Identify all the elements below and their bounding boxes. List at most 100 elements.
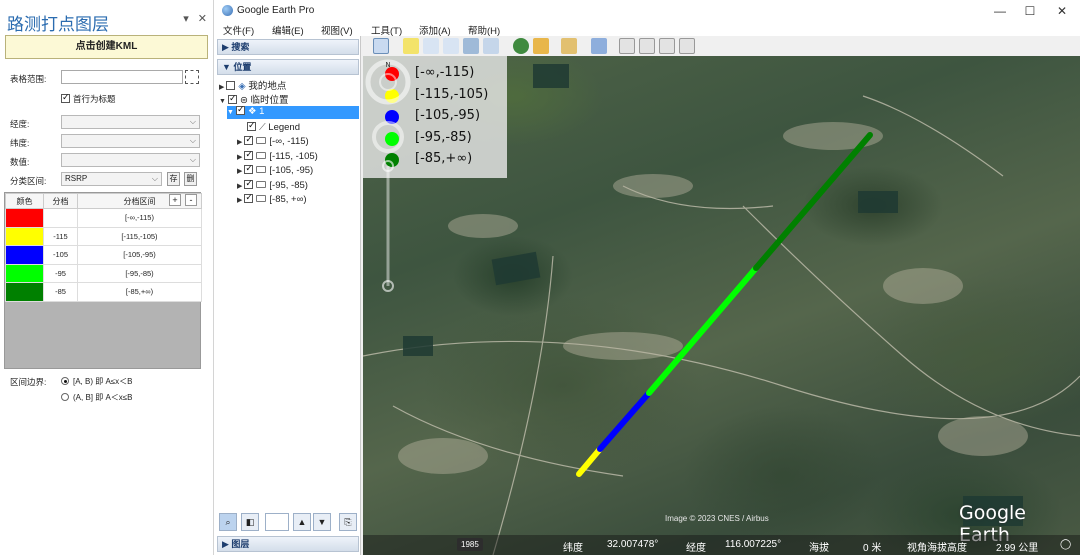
places-panel-header[interactable]: ▼ 位置: [217, 59, 359, 75]
table-row[interactable]: -95 [-95,-85): [5, 263, 202, 283]
lon-label: 经度: [686, 543, 706, 554]
minimize-button[interactable]: —: [985, 2, 1015, 20]
header-row-checkbox[interactable]: 首行为标题: [61, 92, 116, 105]
tree-legend[interactable]: ⟋ Legend: [247, 120, 300, 133]
save-image-icon[interactable]: [659, 38, 675, 54]
class-combo[interactable]: RSRP ⌵: [61, 172, 162, 186]
maximize-button[interactable]: ☐: [1015, 2, 1045, 20]
collapse-icon[interactable]: ▼: [227, 109, 234, 116]
boundary-option-right-closed[interactable]: (A, B] 即 A＜x≤B: [61, 392, 133, 403]
expand-icon[interactable]: ▶: [237, 197, 242, 204]
range-select-icon[interactable]: [185, 70, 199, 84]
color-swatch[interactable]: [5, 245, 44, 265]
save-class-button[interactable]: 存: [167, 172, 180, 186]
pane-close-icon[interactable]: ✕: [198, 13, 207, 25]
pane-pin-icon[interactable]: ▾: [183, 13, 189, 25]
color-swatch[interactable]: [5, 226, 44, 246]
tree-folder[interactable]: ▶ [-85, +∞): [237, 192, 307, 205]
placemark-icon[interactable]: [403, 38, 419, 54]
checkbox-icon[interactable]: [244, 163, 254, 174]
overlay-icon[interactable]: [463, 38, 479, 54]
ruler-icon[interactable]: [591, 38, 607, 54]
checkbox-icon[interactable]: [247, 120, 256, 131]
collapse-icon[interactable]: ▼: [219, 98, 226, 105]
expand-icon[interactable]: ▶: [237, 168, 242, 175]
radio-selected-icon[interactable]: [61, 377, 69, 385]
bin-cell[interactable]: [43, 208, 78, 228]
sun-icon[interactable]: [533, 38, 549, 54]
checkbox-icon[interactable]: [244, 178, 254, 189]
checkbox-icon[interactable]: [227, 93, 237, 104]
menu-add[interactable]: 添加(A): [419, 23, 451, 37]
move-joystick[interactable]: [372, 121, 404, 153]
menu-file[interactable]: 文件(F): [223, 23, 254, 37]
layers-panel-header[interactable]: ▶ 图层: [217, 536, 359, 552]
checkbox-icon[interactable]: [244, 134, 254, 145]
tree-folder[interactable]: ▶ [-∞, -115): [237, 134, 309, 147]
path-icon[interactable]: [443, 38, 459, 54]
checkbox-icon[interactable]: [244, 149, 254, 160]
compass-status-icon[interactable]: ◯: [1060, 539, 1071, 550]
tree-temp-places[interactable]: ▼⊜ 临时位置: [219, 92, 289, 106]
navigation-controls[interactable]: N: [363, 56, 413, 316]
planets-icon[interactable]: [561, 38, 577, 54]
table-row[interactable]: -105 [-105,-95): [5, 245, 202, 265]
tree-my-places[interactable]: ▶ ◈ 我的地点: [219, 78, 286, 92]
remove-row-button[interactable]: -: [185, 194, 197, 206]
expand-icon[interactable]: ▶: [237, 139, 242, 146]
split-view-icon[interactable]: ◧: [241, 513, 259, 531]
bin-cell[interactable]: -95: [43, 263, 78, 283]
expand-icon[interactable]: ▶: [237, 154, 242, 161]
checkbox-icon[interactable]: [226, 81, 236, 90]
expand-icon[interactable]: ▶: [219, 84, 224, 91]
google-maps-icon[interactable]: [679, 38, 695, 54]
tree-folder[interactable]: ▶ [-95, -85): [237, 178, 308, 191]
delete-class-button[interactable]: 删: [184, 172, 197, 186]
folder-add-icon[interactable]: ⎘: [339, 513, 357, 531]
move-up-icon[interactable]: ▲: [293, 513, 311, 531]
historical-imagery-icon[interactable]: [513, 38, 529, 54]
menu-tools[interactable]: 工具(T): [371, 23, 402, 37]
bin-cell[interactable]: -115: [43, 226, 78, 246]
look-joystick[interactable]: [379, 73, 397, 91]
expand-icon[interactable]: ▶: [237, 183, 242, 190]
tree-folder[interactable]: ▶ [-115, -105): [237, 149, 318, 162]
menu-edit[interactable]: 编辑(E): [272, 23, 304, 37]
boundary-option-left-closed[interactable]: [A, B) 即 A≤x＜B: [61, 376, 133, 387]
search-panel-header[interactable]: ▶ 搜索: [217, 39, 359, 55]
color-swatch[interactable]: [5, 208, 44, 228]
historical-year-badge[interactable]: 1985: [457, 538, 483, 551]
menu-help[interactable]: 帮助(H): [468, 23, 500, 37]
print-icon[interactable]: [639, 38, 655, 54]
places-search-input[interactable]: [265, 513, 289, 531]
create-kml-button[interactable]: 点击创建KML: [5, 35, 208, 59]
menu-view[interactable]: 视图(V): [321, 23, 353, 37]
add-row-button[interactable]: +: [169, 194, 181, 206]
search-icon[interactable]: ⌕: [219, 513, 237, 531]
north-indicator[interactable]: N: [385, 61, 390, 69]
value-combo[interactable]: ⌵: [61, 153, 200, 167]
sidebar-toggle-icon[interactable]: [373, 38, 389, 54]
table-row[interactable]: -115 [-115,-105): [5, 226, 202, 246]
map-view[interactable]: [-∞,-115) [-115,-105) [-105,-95) [-95,-85) […: [363, 56, 1080, 555]
polygon-icon[interactable]: [423, 38, 439, 54]
checkbox-icon[interactable]: [235, 104, 245, 115]
bin-cell[interactable]: -105: [43, 245, 78, 265]
lat-combo[interactable]: ⌵: [61, 134, 200, 148]
checkbox-icon[interactable]: [61, 92, 70, 103]
radio-icon[interactable]: [61, 393, 69, 401]
bin-cell[interactable]: -85: [43, 282, 78, 302]
move-down-icon[interactable]: ▼: [313, 513, 331, 531]
email-icon[interactable]: [619, 38, 635, 54]
tree-item-1[interactable]: ▼ ❖ 1: [227, 104, 359, 119]
checkbox-icon[interactable]: [244, 192, 254, 203]
table-row[interactable]: [-∞,-115): [5, 208, 202, 228]
range-input[interactable]: [61, 70, 183, 84]
close-button[interactable]: ✕: [1047, 2, 1077, 20]
color-swatch[interactable]: [5, 282, 44, 302]
color-swatch[interactable]: [5, 263, 44, 283]
tour-icon[interactable]: [483, 38, 499, 54]
lon-combo[interactable]: ⌵: [61, 115, 200, 129]
table-row[interactable]: -85 [-85,+∞): [5, 282, 202, 302]
tree-folder[interactable]: ▶ [-105, -95): [237, 163, 313, 176]
